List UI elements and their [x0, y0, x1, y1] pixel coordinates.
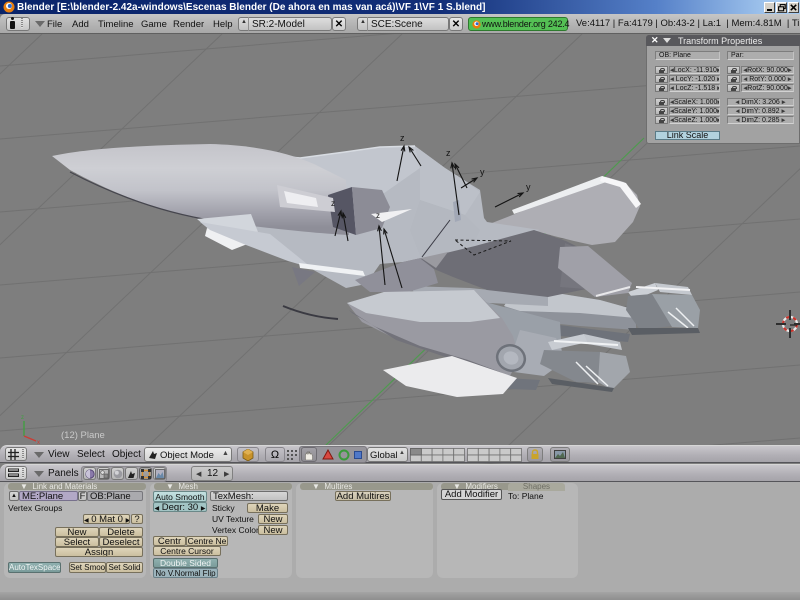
svg-text:y: y — [480, 167, 485, 177]
svg-text:z: z — [400, 133, 405, 143]
svg-text:z: z — [331, 199, 335, 208]
svg-text:z: z — [376, 211, 380, 220]
svg-text:z: z — [21, 415, 24, 421]
svg-text:y: y — [526, 182, 531, 192]
svg-text:(12) Plane: (12) Plane — [61, 430, 105, 441]
svg-text:z: z — [446, 148, 451, 158]
